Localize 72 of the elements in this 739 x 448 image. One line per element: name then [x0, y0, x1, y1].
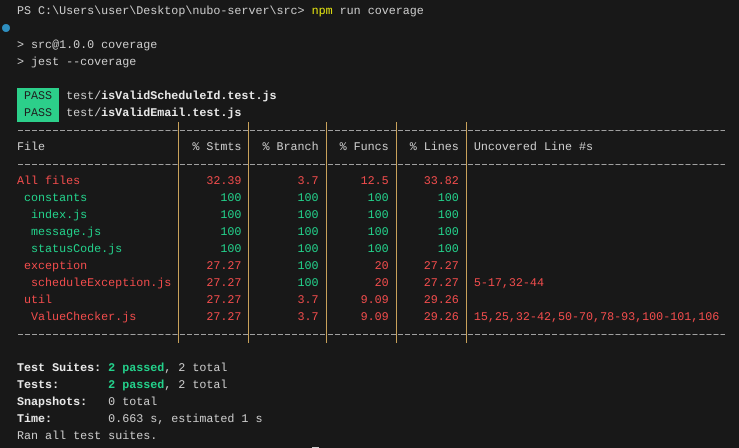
file-name: ValueChecker.js — [31, 310, 136, 324]
column-header: % Lines — [410, 140, 459, 154]
uncovered-lines: 15,25,32-42,50-70,78-93,100-101,106 — [474, 310, 720, 324]
script-line: > jest --coverage — [17, 55, 136, 69]
coverage-value: 29.26 — [424, 310, 459, 324]
coverage-value: 100 — [220, 208, 242, 222]
summary-value: 2 passed, 2 total — [108, 378, 228, 392]
column-header: % Stmts — [192, 140, 242, 154]
coverage-value: 100 — [368, 191, 389, 205]
coverage-value: 100 — [298, 191, 319, 205]
coverage-value: 100 — [298, 276, 319, 290]
coverage-value: 27.27 — [206, 293, 242, 307]
coverage-value: 100 — [220, 225, 242, 239]
file-name: statusCode.js — [31, 242, 122, 256]
column-header: % Branch — [262, 140, 319, 154]
file-name: constants — [24, 191, 88, 205]
file-name: scheduleException.js — [31, 276, 172, 290]
column-header: File — [17, 140, 46, 154]
coverage-value: 100 — [298, 259, 319, 273]
file-name: All files — [17, 174, 80, 188]
summary-value: 2 passed, 2 total — [108, 361, 228, 375]
coverage-value: 33.82 — [424, 174, 459, 188]
coverage-value: 12.5 — [360, 174, 389, 188]
summary-value: 0.663 s, estimated 1 s — [108, 412, 262, 426]
summary-label: Snapshots: — [17, 394, 88, 411]
file-name: index.js — [31, 208, 88, 222]
coverage-value: 27.27 — [206, 310, 242, 324]
status-message: Ran all test suites. — [17, 429, 158, 443]
coverage-value: 27.27 — [206, 276, 242, 290]
pass-badge: PASS — [17, 88, 60, 105]
coverage-value: 100 — [438, 242, 459, 256]
coverage-value: 100 — [438, 208, 459, 222]
summary-label: Tests: — [17, 377, 60, 394]
column-header: % Funcs — [340, 140, 389, 154]
uncovered-lines: 5-17,32-44 — [474, 276, 544, 290]
coverage-value: 100 — [438, 191, 459, 205]
file-name: util — [24, 293, 52, 307]
column-header: Uncovered Line #s — [474, 140, 594, 154]
file-name: message.js — [31, 225, 102, 239]
coverage-value: 3.7 — [298, 310, 319, 324]
script-line: > src@1.0.0 coverage — [17, 38, 158, 52]
prompt-path: PS C:\Users\user\Desktop\nubo-server\src> — [17, 4, 305, 18]
summary-label: Test Suites: — [17, 360, 102, 377]
coverage-value: 3.7 — [298, 293, 319, 307]
coverage-value: 100 — [298, 242, 319, 256]
pass-badge: PASS — [17, 105, 60, 122]
command-name: npm — [312, 4, 333, 18]
coverage-value: 27.27 — [424, 276, 459, 290]
coverage-value: 100 — [368, 242, 389, 256]
file-name: exception — [24, 259, 88, 273]
coverage-value: 32.39 — [206, 174, 242, 188]
coverage-value: 9.09 — [360, 310, 389, 324]
coverage-value: 100 — [298, 225, 319, 239]
coverage-value: 9.09 — [360, 293, 389, 307]
test-path: test/isValidScheduleId.test.js — [66, 89, 276, 103]
test-path: test/isValidEmail.test.js — [66, 106, 242, 120]
command-args: run coverage — [340, 4, 424, 18]
coverage-value: 27.27 — [206, 259, 242, 273]
coverage-value: 20 — [374, 276, 389, 290]
coverage-value: 20 — [374, 259, 389, 273]
dot-icon — [2, 24, 10, 32]
coverage-value: 100 — [220, 191, 242, 205]
coverage-value: 29.26 — [424, 293, 459, 307]
coverage-value: 3.7 — [298, 174, 319, 188]
coverage-value: 100 — [368, 208, 389, 222]
coverage-value: 27.27 — [424, 259, 459, 273]
summary-value: 0 total — [108, 395, 158, 409]
coverage-value: 100 — [438, 225, 459, 239]
coverage-value: 100 — [298, 208, 319, 222]
coverage-value: 100 — [220, 242, 242, 256]
coverage-value: 100 — [368, 225, 389, 239]
summary-label: Time: — [17, 411, 54, 428]
